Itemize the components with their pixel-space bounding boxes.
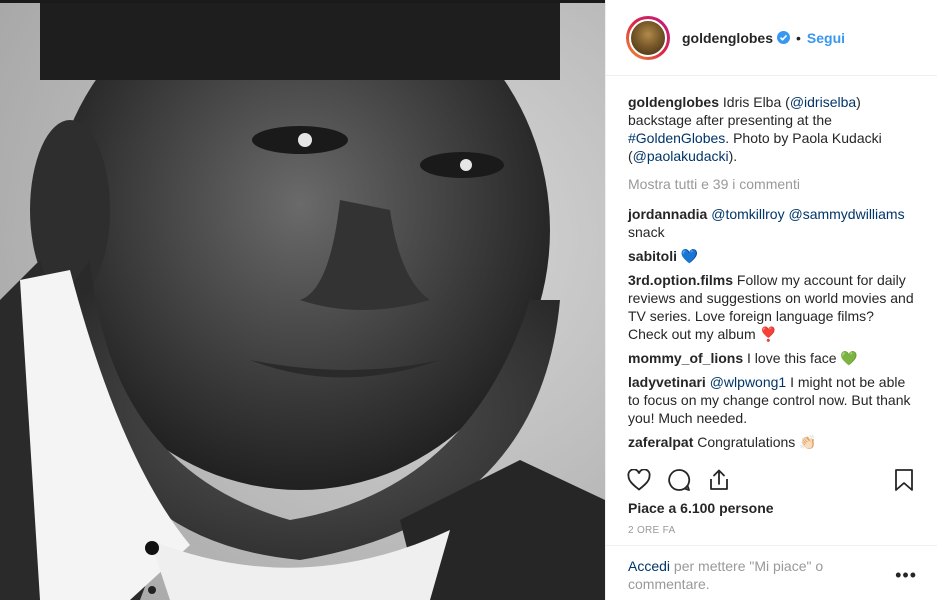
comment-username[interactable]: ladyvetinari (628, 374, 706, 390)
comment-item: sabitoli 💙 (628, 247, 917, 265)
comment-text: Idris Elba ( (719, 94, 790, 110)
mention-link[interactable]: @idriselba (790, 94, 856, 110)
avatar[interactable] (629, 18, 667, 57)
more-options-icon[interactable]: ••• (895, 566, 917, 584)
likes-count[interactable]: Piace a 6.100 persone (628, 500, 774, 516)
comment-item: ladyvetinari @wlpwong1 I might not be ab… (628, 373, 917, 427)
login-prompt: Accedi per mettere "Mi piace" o commenta… (628, 557, 868, 593)
post-timestamp[interactable]: 2 ORE FA (628, 525, 675, 536)
mention-link[interactable]: @wlpwong1 (710, 374, 786, 390)
action-bar (626, 462, 917, 498)
save-button[interactable] (891, 467, 917, 493)
mention-link[interactable]: @paolakudacki (633, 148, 729, 164)
separator-dot: • (796, 29, 801, 46)
comment-text: I love this face 💚 (743, 350, 858, 366)
comment-items: jordannadia @tomkillroy @sammydwilliams … (628, 205, 917, 457)
login-link[interactable]: Accedi (628, 558, 670, 574)
comment-item: 3rd.option.films Follow my account for d… (628, 271, 917, 343)
mention-link[interactable]: #GoldenGlobes (628, 130, 725, 146)
comment-username[interactable]: zaferalpat (628, 434, 693, 450)
portrait-image (0, 0, 605, 600)
comment-text: snack (628, 224, 665, 240)
comments-list[interactable]: goldenglobes Idris Elba (@idriselba) bac… (606, 77, 937, 457)
post-side-panel: goldenglobes • Segui goldenglobes Idris … (605, 0, 937, 600)
share-button[interactable] (706, 467, 732, 493)
comment-username[interactable]: jordannadia (628, 206, 707, 222)
follow-button[interactable]: Segui (807, 30, 845, 46)
comment-button[interactable] (666, 467, 692, 493)
comment-item: jordannadia @tomkillroy @sammydwilliams … (628, 205, 917, 241)
like-button[interactable] (626, 467, 652, 493)
avatar-ring[interactable] (626, 15, 670, 60)
comment-username[interactable]: 3rd.option.films (628, 272, 733, 288)
bookmark-icon (895, 469, 913, 491)
caption-username[interactable]: goldenglobes (628, 94, 719, 110)
login-footer: Accedi per mettere "Mi piace" o commenta… (606, 545, 937, 593)
comment-text: Congratulations 👏🏻 (693, 434, 817, 450)
comment-text: ). (728, 148, 738, 164)
comment-item: mommy_of_lions I love this face 💚 (628, 349, 917, 367)
post-header: goldenglobes • Segui (606, 0, 937, 76)
mention-link[interactable]: @sammydwilliams (788, 206, 904, 222)
comment-text: 💙 (677, 248, 699, 264)
comment-icon (668, 469, 691, 491)
comment-item: zaferalpat Congratulations 👏🏻 (628, 433, 917, 451)
comment-username[interactable]: mommy_of_lions (628, 350, 743, 366)
share-icon (710, 469, 728, 490)
heart-icon (627, 469, 651, 491)
verified-badge-icon (777, 31, 790, 44)
caption: goldenglobes Idris Elba (@idriselba) bac… (628, 93, 917, 165)
mention-link[interactable]: @tomkillroy (711, 206, 784, 222)
post-photo[interactable] (0, 0, 605, 600)
view-all-comments-link[interactable]: Mostra tutti e 39 i commenti (628, 175, 917, 193)
header-username[interactable]: goldenglobes (682, 30, 773, 46)
comment-username[interactable]: sabitoli (628, 248, 677, 264)
